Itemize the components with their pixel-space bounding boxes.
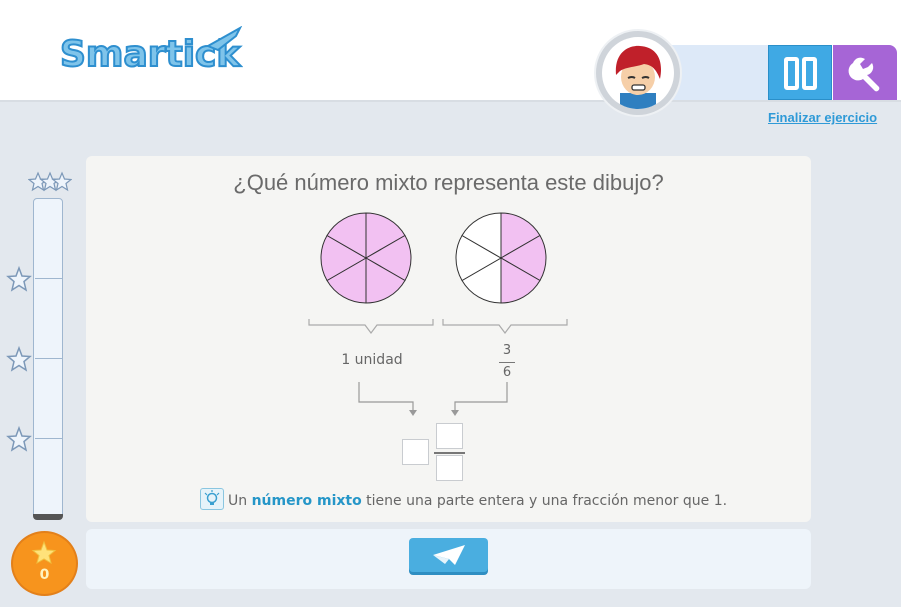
denominator-input[interactable] (436, 455, 463, 481)
question-text: ¿Qué número mixto representa este dibujo… (233, 170, 664, 195)
hint: Un número mixto tiene una parte entera y… (200, 488, 727, 510)
score-coin: 0 (11, 531, 78, 596)
star-icon (6, 265, 32, 296)
fraction-denominator-label: 6 (502, 365, 512, 380)
answer-fraction-bar (434, 452, 465, 454)
lightbulb-icon (200, 488, 224, 510)
hint-keyword: número mixto (251, 493, 362, 509)
coin-count: 0 (39, 567, 50, 583)
fraction-bar (499, 362, 515, 363)
avatar (602, 37, 674, 109)
progress-tick (35, 438, 63, 439)
whole-label: 1 unidad (341, 352, 403, 368)
pause-button[interactable] (768, 45, 832, 100)
wrench-icon (848, 57, 880, 92)
progress-tick (35, 358, 63, 359)
finish-exercise-link[interactable]: Finalizar ejercicio (768, 110, 877, 125)
connector-arrows (358, 382, 508, 416)
svg-text:Smartick: Smartick (60, 34, 241, 75)
logo: Smartick (58, 25, 243, 80)
paper-plane-icon (433, 545, 465, 565)
star-icon (6, 425, 32, 456)
progress-tick (35, 278, 63, 279)
triple-star-icon (27, 170, 73, 198)
send-button[interactable] (409, 538, 488, 572)
progress-tube-base (33, 514, 63, 520)
pause-icon (784, 57, 817, 90)
hint-prefix: Un (228, 493, 248, 509)
numerator-input[interactable] (436, 423, 463, 449)
star-icon (6, 345, 32, 376)
brace-right (442, 319, 568, 334)
top-bar: Smartick (0, 0, 901, 115)
avatar-frame[interactable] (596, 31, 680, 115)
fraction-numerator-label: 3 (502, 343, 512, 358)
brace-left (308, 319, 434, 334)
hint-text: tiene una parte entera y una fracción me… (366, 493, 728, 509)
whole-number-input[interactable] (402, 439, 429, 465)
settings-button[interactable] (833, 45, 897, 100)
